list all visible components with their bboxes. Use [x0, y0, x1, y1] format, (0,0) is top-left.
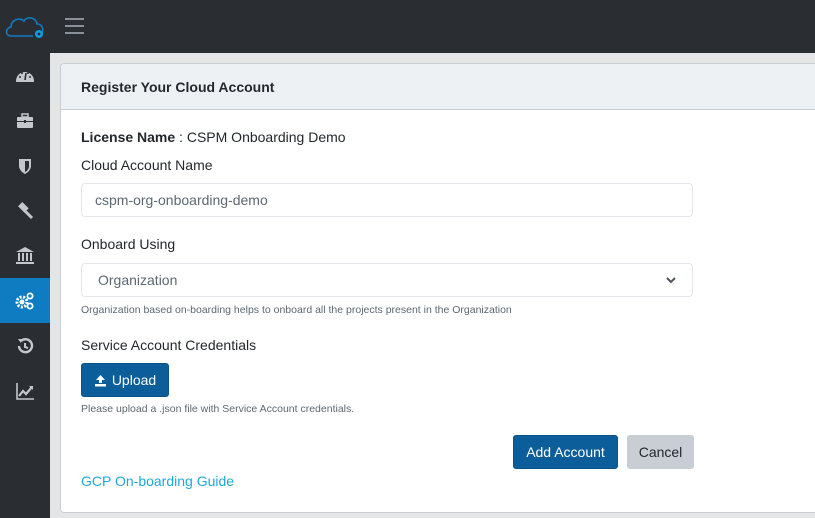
- license-value: CSPM Onboarding Demo: [186, 129, 346, 145]
- license-label: License Name: [81, 129, 176, 145]
- upload-help-text: Please upload a .json file with Service …: [81, 403, 355, 415]
- license-separator: :: [175, 129, 187, 145]
- sidebar-item-governance[interactable]: [0, 233, 50, 278]
- cancel-button[interactable]: Cancel: [627, 435, 694, 469]
- dashboard-icon: [16, 71, 34, 82]
- sidebar-item-reports[interactable]: [0, 368, 50, 413]
- cogs-icon: [15, 292, 34, 309]
- add-account-button[interactable]: Add Account: [513, 435, 618, 469]
- account-name-input[interactable]: cspm-org-onboarding-demo: [81, 183, 693, 217]
- upload-label: Upload: [111, 372, 157, 388]
- shield-icon: [19, 158, 31, 174]
- sidebar-item-inventory[interactable]: [0, 98, 50, 143]
- line-chart-icon: [16, 382, 34, 400]
- hamburger-icon[interactable]: [65, 18, 84, 34]
- chevron-down-icon: [666, 277, 676, 284]
- sidebar-item-dashboard[interactable]: [0, 53, 50, 98]
- sidebar: [0, 53, 50, 518]
- onboard-selected-value: Organization: [98, 272, 178, 288]
- sidebar-item-settings[interactable]: [0, 278, 50, 323]
- sidebar-item-compliance[interactable]: [0, 188, 50, 233]
- onboard-using-label: Onboard Using: [81, 236, 176, 252]
- upload-icon: [94, 374, 106, 386]
- register-account-card: Register Your Cloud Account License Name…: [60, 63, 815, 513]
- credentials-label: Service Account Credentials: [81, 337, 257, 353]
- cloud-gear-icon[interactable]: [3, 14, 47, 40]
- card-title: Register Your Cloud Account: [61, 64, 815, 110]
- gcp-onboarding-guide-link[interactable]: GCP On-boarding Guide: [81, 473, 234, 489]
- account-name-label: Cloud Account Name: [81, 157, 213, 173]
- bank-icon: [16, 246, 34, 264]
- onboard-help-text: Organization based on-boarding helps to …: [81, 304, 512, 316]
- sidebar-item-security[interactable]: [0, 143, 50, 188]
- license-info: License Name : CSPM Onboarding Demo: [81, 129, 346, 145]
- upload-button[interactable]: Upload: [81, 363, 169, 397]
- sidebar-item-history[interactable]: [0, 323, 50, 368]
- onboard-using-select[interactable]: Organization: [81, 263, 693, 297]
- gavel-icon: [18, 201, 34, 219]
- main-content: Register Your Cloud Account License Name…: [50, 53, 815, 518]
- history-icon: [17, 337, 34, 353]
- briefcase-icon: [17, 112, 33, 128]
- top-navbar: [0, 0, 815, 53]
